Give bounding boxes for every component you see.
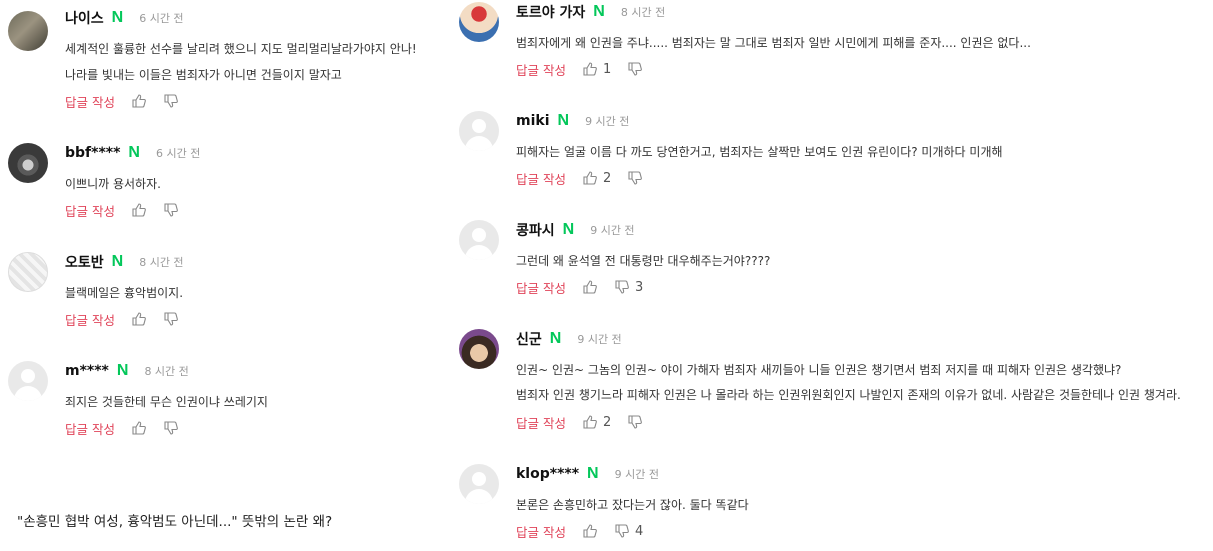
timestamp: 9 시간 전	[585, 115, 630, 128]
thumbs-up-icon[interactable]	[131, 311, 147, 327]
thumbs-up-icon[interactable]	[131, 420, 147, 436]
thumbs-up-icon[interactable]	[582, 61, 598, 77]
thumbs-down-icon[interactable]	[627, 170, 643, 186]
nickname[interactable]: 신군	[516, 329, 542, 349]
nickname[interactable]: 오토반	[65, 252, 104, 272]
timestamp: 8 시간 전	[620, 6, 666, 19]
comment-text: 블랙메일은 흉악범이지.	[65, 286, 184, 300]
reply-button[interactable]: 답글 작성	[516, 169, 566, 188]
naver-badge: N	[562, 221, 575, 238]
thumbs-down-icon[interactable]	[163, 311, 179, 327]
user-avatar[interactable]	[8, 143, 48, 183]
thumbs-up-icon[interactable]	[582, 523, 598, 539]
naver-badge: N	[111, 253, 124, 270]
user-avatar[interactable]	[8, 252, 48, 292]
like-count: 1	[602, 61, 612, 77]
thumbs-up-icon[interactable]	[582, 279, 598, 295]
reply-button[interactable]: 답글 작성	[65, 92, 115, 111]
naver-badge: N	[549, 330, 562, 347]
thumbs-up-icon[interactable]	[582, 414, 598, 430]
timestamp: 9 시간 전	[614, 468, 659, 481]
dislike-count: 4	[634, 523, 644, 539]
default-avatar[interactable]	[459, 111, 499, 151]
thumbs-down-icon[interactable]	[614, 279, 630, 295]
comment-text: 범죄자에게 왜 인권을 주냐..... 범죄자는 말 그대로 범죄자 일반 시민…	[516, 36, 1031, 50]
naver-badge: N	[557, 112, 570, 129]
reply-button[interactable]: 답글 작성	[516, 522, 566, 541]
timestamp: 8 시간 전	[139, 256, 184, 269]
comment-text: 본론은 손흥민하고 잤다는거 잖아. 둘다 똑같다	[516, 498, 749, 512]
thumbs-down-icon[interactable]	[163, 202, 179, 218]
user-avatar[interactable]	[459, 2, 499, 42]
default-avatar[interactable]	[459, 464, 499, 504]
naver-badge: N	[116, 362, 129, 379]
thumbs-down-icon[interactable]	[627, 414, 643, 430]
reply-button[interactable]: 답글 작성	[65, 419, 115, 438]
timestamp: 8 시간 전	[144, 365, 189, 378]
timestamp: 9 시간 전	[590, 224, 635, 237]
reply-button[interactable]: 답글 작성	[65, 201, 115, 220]
comment-text: 이쁘니까 용서하자.	[65, 177, 161, 191]
thumbs-down-icon[interactable]	[163, 420, 179, 436]
nickname[interactable]: m****	[65, 363, 109, 379]
like-count: 2	[602, 414, 612, 430]
dislike-count: 3	[634, 279, 644, 295]
thumbs-down-icon[interactable]	[614, 523, 630, 539]
thumbs-up-icon[interactable]	[582, 170, 598, 186]
reply-button[interactable]: 답글 작성	[516, 278, 566, 297]
comment-text: 그런데 왜 윤석열 전 대통령만 대우해주는거야????	[516, 254, 771, 268]
thumbs-up-icon[interactable]	[131, 202, 147, 218]
nickname[interactable]: 콩파시	[516, 220, 555, 240]
comment-text: 세계적인 훌륭한 선수를 날리려 했으니 지도 멀리멀리날라가야지 안나!	[65, 42, 417, 56]
timestamp: 6 시간 전	[139, 12, 184, 25]
reply-button[interactable]: 답글 작성	[65, 310, 115, 329]
thumbs-up-icon[interactable]	[131, 93, 147, 109]
nickname[interactable]: 나이스	[65, 8, 104, 28]
reply-button[interactable]: 답글 작성	[516, 413, 566, 432]
nickname[interactable]: bbf****	[65, 145, 120, 161]
user-avatar[interactable]	[8, 11, 48, 51]
thumbs-down-icon[interactable]	[627, 61, 643, 77]
default-avatar[interactable]	[8, 361, 48, 401]
comment-text: 죄지은 것들한테 무슨 인권이냐 쓰레기지	[65, 395, 268, 409]
article-link-title[interactable]: "손흥민 협박 여성, 흉악범도 아닌데..." 뜻밖의 논란 왜?	[17, 510, 332, 530]
nickname[interactable]: 토르야 가자	[516, 2, 585, 22]
naver-badge: N	[593, 3, 605, 20]
naver-badge: N	[587, 465, 599, 482]
reply-button[interactable]: 답글 작성	[516, 60, 566, 79]
user-avatar[interactable]	[459, 329, 499, 369]
comment-text: 나라를 빛내는 이들은 범죄자가 아니면 건들이지 말자고	[65, 68, 342, 82]
timestamp: 6 시간 전	[155, 147, 201, 160]
like-count: 2	[602, 170, 612, 186]
timestamp: 9 시간 전	[577, 333, 622, 346]
nickname[interactable]: klop****	[516, 466, 579, 482]
nickname[interactable]: miki	[516, 113, 550, 129]
comment-text: 피해자는 얼굴 이름 다 까도 당연한거고, 범죄자는 살짝만 보여도 인권 유…	[516, 145, 1003, 159]
comment-text: 범죄자 인권 챙기느라 피해자 인권은 나 몰라라 하는 인권위원회인지 나발인…	[516, 388, 1181, 402]
thumbs-down-icon[interactable]	[163, 93, 179, 109]
naver-badge: N	[111, 9, 124, 26]
naver-badge: N	[128, 144, 140, 161]
default-avatar[interactable]	[459, 220, 499, 260]
comment-text: 인권~ 인권~ 그놈의 인권~ 야이 가해자 범죄자 새끼들아 니들 인권은 챙…	[516, 363, 1122, 377]
